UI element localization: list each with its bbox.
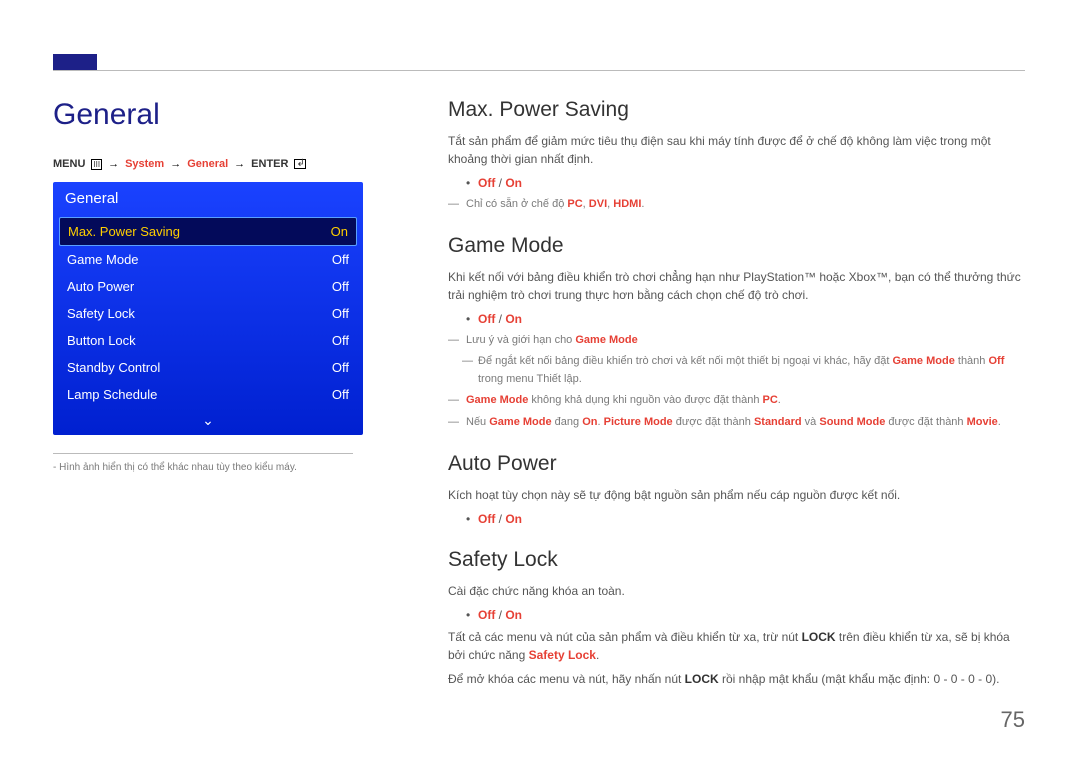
note-game-mode-off: Để ngắt kết nối bảng điều khiển trò chơi… bbox=[448, 353, 1026, 388]
osd-item-value: Off bbox=[332, 306, 349, 321]
osd-more-indicator[interactable]: ⌄ bbox=[53, 408, 363, 435]
left-footnote: - Hình ảnh hiển thị có thể khác nhau tùy… bbox=[53, 462, 363, 473]
osd-panel: General Max. Power Saving On Game Mode O… bbox=[53, 182, 363, 435]
osd-item-value: Off bbox=[332, 387, 349, 402]
page-tab-marker bbox=[53, 54, 97, 70]
osd-item-value: Off bbox=[332, 279, 349, 294]
section-body: Cài đặc chức năng khóa an toàn. bbox=[448, 582, 1026, 600]
section-body: Kích hoạt tùy chọn này sẽ tự động bật ng… bbox=[448, 486, 1026, 504]
note-game-mode-limits: Lưu ý và giới hạn cho Game Mode bbox=[448, 332, 1026, 350]
section-title-max-power-saving: Max. Power Saving bbox=[448, 98, 1026, 122]
osd-item-max-power-saving[interactable]: Max. Power Saving On bbox=[59, 217, 357, 246]
enter-icon bbox=[294, 159, 306, 169]
top-rule bbox=[53, 70, 1025, 71]
option-off-on: Off / On bbox=[448, 310, 1026, 328]
osd-item-auto-power[interactable]: Auto Power Off bbox=[53, 273, 363, 300]
section-title-auto-power: Auto Power bbox=[448, 452, 1026, 476]
page-number: 75 bbox=[1001, 707, 1025, 733]
section-body: Tắt sản phẩm để giảm mức tiêu thụ điện s… bbox=[448, 132, 1026, 168]
osd-title: General bbox=[53, 182, 363, 217]
osd-item-value: Off bbox=[332, 252, 349, 267]
osd-item-label: Standby Control bbox=[67, 360, 160, 375]
note-game-mode-on: Nếu Game Mode đang On. Picture Mode được… bbox=[448, 414, 1026, 432]
arrow-icon: → bbox=[108, 158, 119, 170]
osd-item-label: Button Lock bbox=[67, 333, 136, 348]
menu-icon: III bbox=[91, 159, 102, 170]
right-column: Max. Power Saving Tắt sản phẩm để giảm m… bbox=[448, 98, 1026, 694]
note-game-mode-pc: Game Mode không khả dụng khi nguồn vào đ… bbox=[448, 392, 1026, 410]
safety-lock-unlock: Để mở khóa các menu và nút, hãy nhấn nút… bbox=[448, 670, 1026, 688]
breadcrumb: MENU III → System → General → ENTER bbox=[53, 158, 363, 170]
osd-item-label: Game Mode bbox=[67, 252, 139, 267]
osd-item-value: Off bbox=[332, 333, 349, 348]
osd-item-standby-control[interactable]: Standby Control Off bbox=[53, 354, 363, 381]
osd-item-label: Safety Lock bbox=[67, 306, 135, 321]
breadcrumb-system: System bbox=[125, 158, 164, 170]
page-title: General bbox=[53, 98, 363, 132]
osd-item-safety-lock[interactable]: Safety Lock Off bbox=[53, 300, 363, 327]
option-off-on: Off / On bbox=[448, 174, 1026, 192]
osd-item-button-lock[interactable]: Button Lock Off bbox=[53, 327, 363, 354]
section-body: Khi kết nối với bảng điều khiển trò chơi… bbox=[448, 268, 1026, 304]
section-title-safety-lock: Safety Lock bbox=[448, 548, 1026, 572]
note-available-modes: Chỉ có sẵn ở chế độ PC, DVI, HDMI. bbox=[448, 196, 1026, 214]
option-off-on: Off / On bbox=[448, 510, 1026, 528]
osd-item-label: Lamp Schedule bbox=[67, 387, 157, 402]
arrow-icon: → bbox=[234, 158, 245, 170]
osd-item-label: Max. Power Saving bbox=[68, 224, 180, 239]
option-off-on: Off / On bbox=[448, 606, 1026, 624]
left-column: General MENU III → System → General → EN… bbox=[53, 98, 363, 473]
breadcrumb-enter-label: ENTER bbox=[251, 158, 288, 170]
breadcrumb-general: General bbox=[187, 158, 228, 170]
osd-item-label: Auto Power bbox=[67, 279, 134, 294]
osd-item-lamp-schedule[interactable]: Lamp Schedule Off bbox=[53, 381, 363, 408]
breadcrumb-menu-label: MENU bbox=[53, 158, 85, 170]
section-title-game-mode: Game Mode bbox=[448, 234, 1026, 258]
safety-lock-desc: Tất cả các menu và nút của sản phẩm và đ… bbox=[448, 628, 1026, 664]
osd-item-game-mode[interactable]: Game Mode Off bbox=[53, 246, 363, 273]
arrow-icon: → bbox=[170, 158, 181, 170]
osd-item-value: Off bbox=[332, 360, 349, 375]
divider bbox=[53, 453, 353, 454]
osd-item-value: On bbox=[331, 224, 348, 239]
